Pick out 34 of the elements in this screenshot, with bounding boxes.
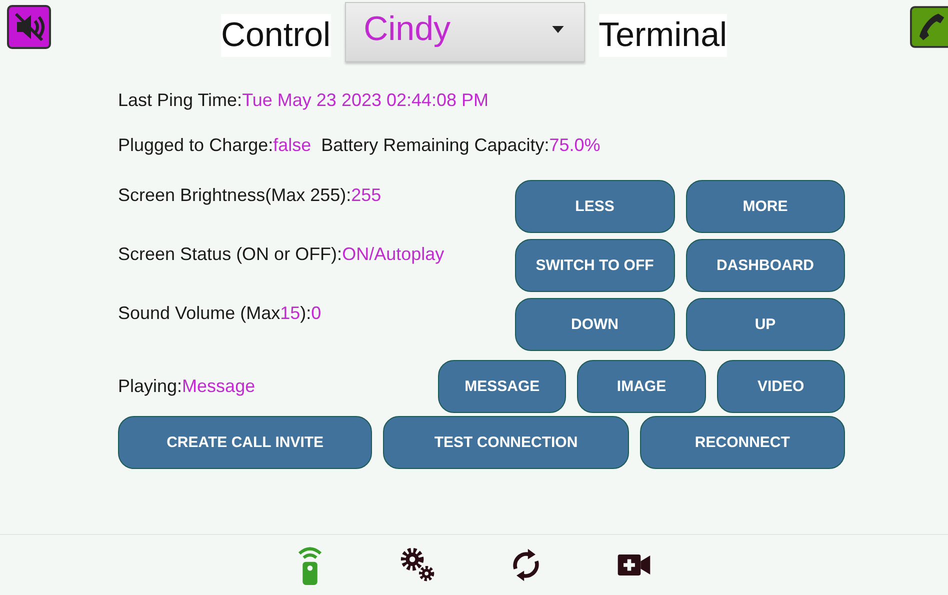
status-label: Screen Status (ON or OFF):	[118, 244, 342, 264]
control-label: Control	[220, 14, 331, 56]
status-label: ):	[300, 303, 312, 323]
command-button[interactable]: LESS	[515, 180, 674, 233]
action-button[interactable]: RECONNECT	[640, 416, 845, 469]
caret-icon	[552, 26, 564, 32]
action-button[interactable]: CREATE CALL INVITE	[118, 416, 372, 469]
status-label: Battery Remaining Capacity:	[321, 135, 550, 156]
status-value: false	[273, 135, 312, 156]
command-button[interactable]: VIDEO	[716, 360, 845, 413]
command-button[interactable]: UP	[686, 298, 845, 351]
status-label: Screen Brightness(Max 255):	[118, 185, 352, 205]
command-button[interactable]: DOWN	[515, 298, 674, 351]
command-button[interactable]: IMAGE	[577, 360, 706, 413]
status-value: Message	[182, 376, 256, 396]
command-button[interactable]: MORE	[686, 180, 845, 233]
terminal-dropdown[interactable]: Cindy	[344, 2, 585, 62]
phone-icon[interactable]	[910, 5, 948, 49]
status-label: Sound Volume (Max	[118, 303, 280, 323]
status-value: 255	[351, 185, 382, 205]
status-value: Tue May 23 2023 02:44:08 PM	[242, 90, 489, 111]
status-value: ON/Autoplay	[342, 244, 444, 264]
status-value: 0	[311, 303, 322, 323]
status-label: Plugged to Charge:	[118, 135, 274, 156]
status-label: Playing:	[118, 376, 182, 396]
command-button[interactable]: DASHBOARD	[686, 239, 845, 292]
terminal-label: Terminal	[598, 14, 728, 56]
action-button[interactable]: TEST CONNECTION	[383, 416, 629, 469]
status-value: 75.0%	[549, 135, 600, 156]
command-button[interactable]: SWITCH TO OFF	[515, 239, 674, 292]
status-value: 15	[280, 303, 300, 323]
mute-icon[interactable]	[7, 5, 51, 49]
status-label: Last Ping Time:	[118, 90, 242, 111]
command-button[interactable]: MESSAGE	[438, 360, 566, 413]
